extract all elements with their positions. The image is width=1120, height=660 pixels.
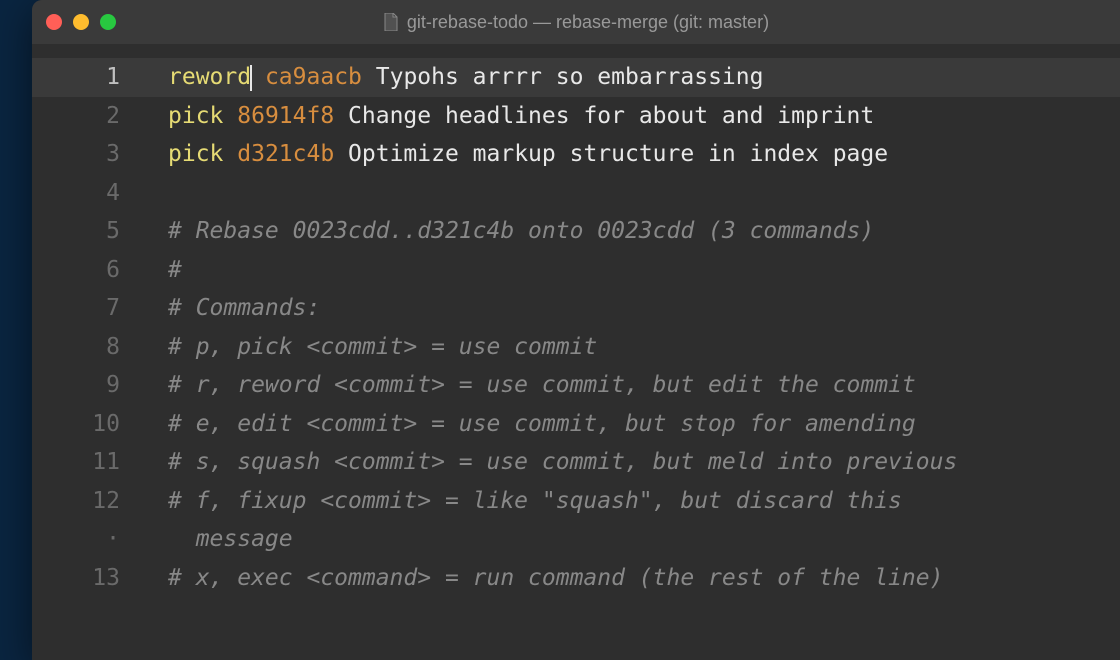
code-area[interactable]: reword ca9aacb Typohs arrrr so embarrass…: [142, 44, 1120, 660]
code-line[interactable]: pick d321c4b Optimize markup structure i…: [142, 135, 1120, 174]
line-number[interactable]: 10: [32, 405, 142, 444]
code-line[interactable]: #: [142, 251, 1120, 290]
code-line[interactable]: # p, pick <commit> = use commit: [142, 328, 1120, 367]
commit-hash: 86914f8: [237, 103, 334, 129]
line-number[interactable]: ·: [32, 520, 142, 559]
comment-text: # f, fixup <commit> = like "squash", but…: [168, 488, 902, 514]
code-line[interactable]: # Rebase 0023cdd..d321c4b onto 0023cdd (…: [142, 212, 1120, 251]
code-line[interactable]: # r, reword <commit> = use commit, but e…: [142, 366, 1120, 405]
code-line[interactable]: # x, exec <command> = run command (the r…: [142, 559, 1120, 598]
commit-message: Change headlines for about and imprint: [348, 103, 874, 129]
code-line[interactable]: message: [142, 520, 1120, 559]
line-number[interactable]: 3: [32, 135, 142, 174]
commit-hash: ca9aacb: [265, 64, 362, 90]
line-number[interactable]: 7: [32, 289, 142, 328]
comment-text: # e, edit <commit> = use commit, but sto…: [168, 411, 916, 437]
comment-text: #: [168, 257, 182, 283]
code-line[interactable]: # f, fixup <commit> = like "squash", but…: [142, 482, 1120, 521]
title-container: git-rebase-todo — rebase-merge (git: mas…: [32, 12, 1120, 33]
comment-text: # Rebase 0023cdd..d321c4b onto 0023cdd (…: [168, 218, 874, 244]
line-number[interactable]: 2: [32, 97, 142, 136]
commit-message: Optimize markup structure in index page: [348, 141, 888, 167]
minimize-icon[interactable]: [73, 14, 89, 30]
line-number[interactable]: 1: [32, 58, 142, 97]
line-number[interactable]: 9: [32, 366, 142, 405]
file-icon: [383, 13, 399, 31]
line-number[interactable]: 6: [32, 251, 142, 290]
line-number[interactable]: 5: [32, 212, 142, 251]
close-icon[interactable]: [46, 14, 62, 30]
line-number[interactable]: 4: [32, 174, 142, 213]
line-number[interactable]: 11: [32, 443, 142, 482]
line-number[interactable]: 12: [32, 482, 142, 521]
code-line[interactable]: # s, squash <commit> = use commit, but m…: [142, 443, 1120, 482]
commit-message: Typohs arrrr so embarrassing: [376, 64, 764, 90]
traffic-lights: [46, 14, 116, 30]
comment-text: # Commands:: [168, 295, 320, 321]
rebase-command: pick: [168, 141, 223, 167]
rebase-command: pick: [168, 103, 223, 129]
editor-window: git-rebase-todo — rebase-merge (git: mas…: [32, 0, 1120, 660]
editor-area[interactable]: 123456789101112·13 reword ca9aacb Typohs…: [32, 44, 1120, 660]
comment-text: # p, pick <commit> = use commit: [168, 334, 597, 360]
window-title: git-rebase-todo — rebase-merge (git: mas…: [407, 12, 769, 33]
line-gutter: 123456789101112·13: [32, 44, 142, 660]
maximize-icon[interactable]: [100, 14, 116, 30]
code-line[interactable]: reword ca9aacb Typohs arrrr so embarrass…: [142, 58, 1120, 97]
comment-text: message: [168, 526, 293, 552]
titlebar[interactable]: git-rebase-todo — rebase-merge (git: mas…: [32, 0, 1120, 44]
code-line[interactable]: # e, edit <commit> = use commit, but sto…: [142, 405, 1120, 444]
code-line[interactable]: # Commands:: [142, 289, 1120, 328]
comment-text: # s, squash <commit> = use commit, but m…: [168, 449, 957, 475]
comment-text: # r, reword <commit> = use commit, but e…: [168, 372, 916, 398]
commit-hash: d321c4b: [237, 141, 334, 167]
rebase-command: reword: [168, 64, 251, 90]
code-line[interactable]: pick 86914f8 Change headlines for about …: [142, 97, 1120, 136]
line-number[interactable]: 8: [32, 328, 142, 367]
comment-text: # x, exec <command> = run command (the r…: [168, 565, 943, 591]
line-number[interactable]: 13: [32, 559, 142, 598]
code-line[interactable]: [142, 174, 1120, 213]
